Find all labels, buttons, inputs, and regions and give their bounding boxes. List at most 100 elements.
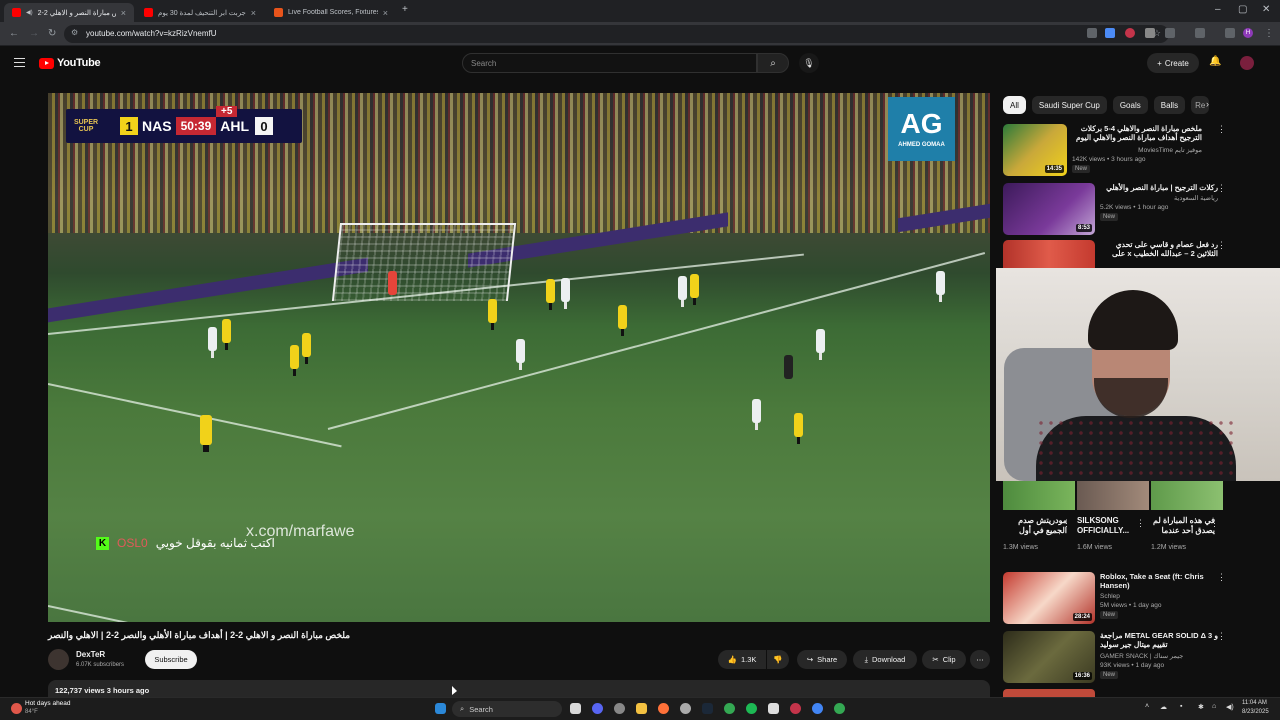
close-tab-icon[interactable]: × [383, 8, 388, 18]
audio-icon[interactable]: ◀) [26, 9, 33, 16]
weather-icon[interactable] [11, 703, 22, 714]
taskbar-search[interactable]: ⌕ Search [452, 701, 562, 717]
video-title[interactable]: مراجعة METAL GEAR SOLID Δ 3 و تقييم ميتا… [1100, 631, 1218, 650]
downloads-icon[interactable] [1225, 28, 1235, 38]
close-tab-icon[interactable]: × [251, 8, 256, 18]
tab-livescores[interactable]: Live Football Scores, Fixtures & Re × [266, 3, 396, 22]
video-thumbnail[interactable]: 8:53 [1003, 183, 1095, 235]
browser-menu-icon[interactable]: ⋮ [1264, 28, 1274, 39]
chip-goals[interactable]: Goals [1112, 96, 1148, 114]
channel-name[interactable]: موفيز تايم MoviesTime [1072, 146, 1202, 154]
short-title[interactable]: SILKSONG OFFICIALLY... [1077, 516, 1141, 538]
chip-saudi-super-cup[interactable]: Saudi Super Cup [1031, 96, 1107, 114]
channel-name[interactable]: Schlep [1100, 593, 1218, 600]
back-icon[interactable]: ← [9, 28, 19, 39]
extension-badge-icon[interactable] [1125, 28, 1135, 38]
recommendation-item[interactable]: 28:24 Roblox, Take a Seat (ft: Chris Han… [1003, 572, 1228, 624]
youtube-logo[interactable]: YouTube [39, 57, 101, 69]
forward-icon[interactable]: → [29, 28, 39, 39]
download-button[interactable]: ⤓ Download [853, 650, 917, 669]
chevron-right-icon[interactable]: › [1206, 99, 1209, 109]
volume-icon[interactable]: ◀) [1226, 703, 1234, 711]
reload-icon[interactable]: ↻ [48, 28, 56, 39]
short-title[interactable]: في هذه المباراة لم يصدق أحد عندما [1151, 516, 1215, 538]
bluetooth-icon[interactable]: ✱ [1198, 703, 1204, 711]
clip-button[interactable]: ✂ Clip [922, 650, 966, 669]
app-tray-icon[interactable]: ▪ [1180, 703, 1182, 710]
chrome-icon[interactable] [724, 703, 735, 714]
more-actions-icon[interactable]: ⋮ [1217, 124, 1226, 135]
account-avatar[interactable] [1240, 56, 1254, 70]
more-actions-button[interactable]: ⋯ [970, 650, 990, 669]
channel-avatar[interactable] [48, 649, 69, 670]
recommendation-item[interactable]: 16:36 مراجعة METAL GEAR SOLID Δ 3 و تقيي… [1003, 631, 1228, 683]
video-thumbnail[interactable]: 14:35 [1003, 124, 1067, 176]
extensions-puzzle-icon[interactable] [1165, 28, 1175, 38]
channel-name[interactable]: DexTeR [76, 650, 105, 659]
search-button[interactable]: ⌕ [757, 53, 789, 73]
task-view-icon[interactable] [570, 703, 581, 714]
chip-all[interactable]: All [1003, 96, 1026, 114]
video-title[interactable]: ركلات الترجيح | مباراة النصر والأهلي [1100, 183, 1218, 192]
hamburger-menu-icon[interactable] [14, 58, 25, 67]
video-thumbnail[interactable] [1003, 240, 1095, 268]
tab-youtube-active[interactable]: ◀) ملخص مباراة النصر و الاهلي 2-2 × [4, 3, 134, 22]
more-actions-icon[interactable]: ⋮ [1217, 183, 1226, 194]
short-title[interactable]: مودريتش صدم الجميع في أول [1003, 516, 1067, 538]
site-info-icon[interactable]: ⚙ [71, 28, 78, 37]
more-actions-icon[interactable]: ⋮ [1217, 240, 1226, 251]
network-icon[interactable]: ⌂ [1212, 703, 1216, 710]
chrome-profile-icon[interactable] [812, 703, 823, 714]
more-actions-icon[interactable]: ⋮ [1217, 572, 1226, 583]
video-title[interactable]: Roblox, Take a Seat (ft: Chris Hansen) [1100, 572, 1218, 591]
short-item[interactable]: مودريتش صدم الجميع في أول 1.3M views [1003, 516, 1067, 551]
share-button[interactable]: ↪ Share [797, 650, 847, 669]
steam-icon[interactable] [702, 703, 713, 714]
close-window-icon[interactable]: ✕ [1262, 4, 1270, 15]
extension-icon[interactable] [1105, 28, 1115, 38]
channel-name[interactable]: GAMER SNACK | جيمر سناك [1100, 652, 1218, 660]
url-bar[interactable]: ⚙ youtube.com/watch?v=kzRizVnemfU ☆ [64, 25, 1169, 43]
file-explorer-icon[interactable] [636, 703, 647, 714]
more-actions-icon[interactable]: ⋮ [1210, 518, 1219, 529]
short-thumbnail[interactable] [1003, 481, 1075, 510]
video-thumbnail[interactable]: 16:36 [1003, 631, 1095, 683]
create-button[interactable]: + Create [1147, 53, 1199, 73]
short-item[interactable]: في هذه المباراة لم يصدق أحد عندما 1.2M v… [1151, 516, 1215, 551]
new-tab-icon[interactable]: + [402, 4, 408, 15]
tab-youtube-2[interactable]: جربت ابر التنحيف لمدة 30 يوم - be × [136, 3, 264, 22]
app-icon[interactable] [790, 703, 801, 714]
minimize-icon[interactable]: – [1215, 4, 1221, 15]
firefox-icon[interactable] [658, 703, 669, 714]
notifications-bell-icon[interactable]: 🔔 [1209, 56, 1221, 67]
voice-search-button[interactable]: 🎙 [799, 53, 819, 73]
video-thumbnail[interactable] [1003, 689, 1095, 697]
more-actions-icon[interactable]: ⋮ [1217, 631, 1226, 642]
extension-icon[interactable] [1145, 28, 1155, 38]
tray-chevron-icon[interactable]: ˄ [1145, 703, 1149, 710]
profile-avatar[interactable]: H [1243, 28, 1253, 38]
dislike-button[interactable]: 👎 [767, 650, 789, 669]
app-icon[interactable] [614, 703, 625, 714]
spotify-icon[interactable] [746, 703, 757, 714]
discord-icon[interactable] [592, 703, 603, 714]
video-thumbnail[interactable]: 28:24 [1003, 572, 1095, 624]
app-icon[interactable] [680, 703, 691, 714]
weather-title[interactable]: Hot days ahead [25, 700, 71, 707]
side-panel-icon[interactable] [1195, 28, 1205, 38]
short-item[interactable]: SILKSONG OFFICIALLY... 1.6M views [1077, 516, 1141, 551]
channel-name[interactable]: رياضية السعودية [1100, 194, 1218, 202]
app-icon[interactable] [768, 703, 779, 714]
video-title[interactable]: ملخص مباراة النصر والاهلي 4-5 بركلات الت… [1072, 124, 1202, 144]
search-input[interactable]: Search [462, 53, 757, 73]
short-thumbnail[interactable] [1151, 481, 1223, 510]
video-title[interactable]: رد فعل عصام و قاسي على تحدي الثلاثين 2 –… [1100, 240, 1218, 260]
like-button[interactable]: 👍 1.3K [718, 650, 766, 669]
extension-audio-icon[interactable] [1087, 28, 1097, 38]
chip-balls[interactable]: Balls [1153, 96, 1186, 114]
close-tab-icon[interactable]: × [121, 8, 126, 18]
maximize-icon[interactable]: ▢ [1238, 4, 1247, 15]
short-thumbnail[interactable] [1077, 481, 1149, 510]
windows-start-icon[interactable] [435, 703, 446, 714]
cloud-icon[interactable]: ☁ [1160, 703, 1167, 711]
